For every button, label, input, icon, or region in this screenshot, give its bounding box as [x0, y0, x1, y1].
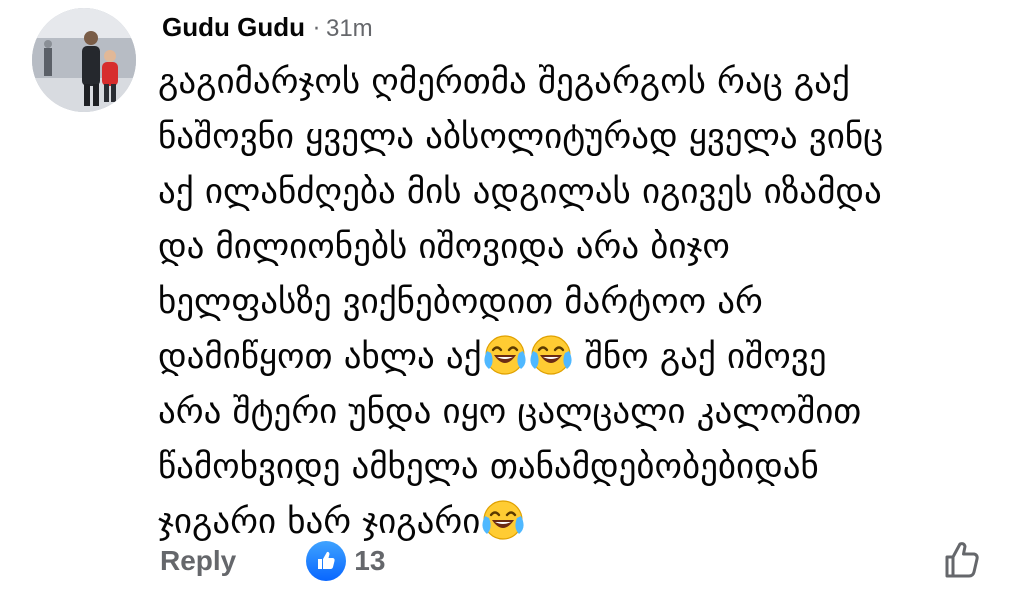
face-with-tears-of-joy-icon: [481, 498, 525, 542]
comment-line: დამიწყოთ ახლა აქ შნო გაქ იშოვე: [158, 331, 994, 386]
like-reaction-icon: [306, 541, 347, 581]
comment-text-segment: შნო გაქ იშოვე: [584, 337, 827, 377]
like-button[interactable]: [940, 538, 984, 582]
thumbs-up-outline-icon: [945, 542, 979, 578]
separator-dot: ·: [312, 17, 320, 42]
comment-text-segment: დამიწყოთ ახლა აქ: [158, 337, 482, 377]
avatar[interactable]: [32, 8, 136, 112]
comment-body: გაგიმარჯოს ღმერთმა შეგარგოს რაც გაქ ნაშო…: [158, 56, 994, 551]
comment-line: არა შტერი უნდა იყო ცალცალი კალოშით: [158, 392, 862, 432]
face-with-tears-of-joy-icon: [483, 333, 527, 377]
timestamp[interactable]: 31m: [326, 15, 373, 43]
author-name[interactable]: Gudu Gudu: [162, 12, 305, 43]
comment-line: აქ ილანძღება მის ადგილას იგივეს იზამდა: [158, 172, 882, 212]
comment-line: ნაშოვნი ყველა აბსოლიტურად ყველა ვინც: [158, 117, 884, 157]
reaction-count: 13: [354, 545, 386, 576]
comment-line: და მილიონებს იშოვიდა არა ბიჯო: [158, 227, 730, 267]
comment-header: Gudu Gudu · 31m: [162, 12, 373, 44]
comment-line: ხელფასზე ვიქნებოდით მარტოო არ: [158, 282, 763, 322]
comment-line: წამოხვიდე ამხელა თანამდებობებიდან: [158, 447, 819, 487]
reply-button[interactable]: Reply: [160, 545, 236, 577]
comment-line: გაგიმარჯოს ღმერთმა შეგარგოს რაც გაქ: [158, 62, 850, 102]
reaction-summary[interactable]: 13: [306, 541, 385, 581]
comment-actions: Reply 13: [160, 536, 385, 586]
face-with-tears-of-joy-icon: [529, 333, 573, 377]
